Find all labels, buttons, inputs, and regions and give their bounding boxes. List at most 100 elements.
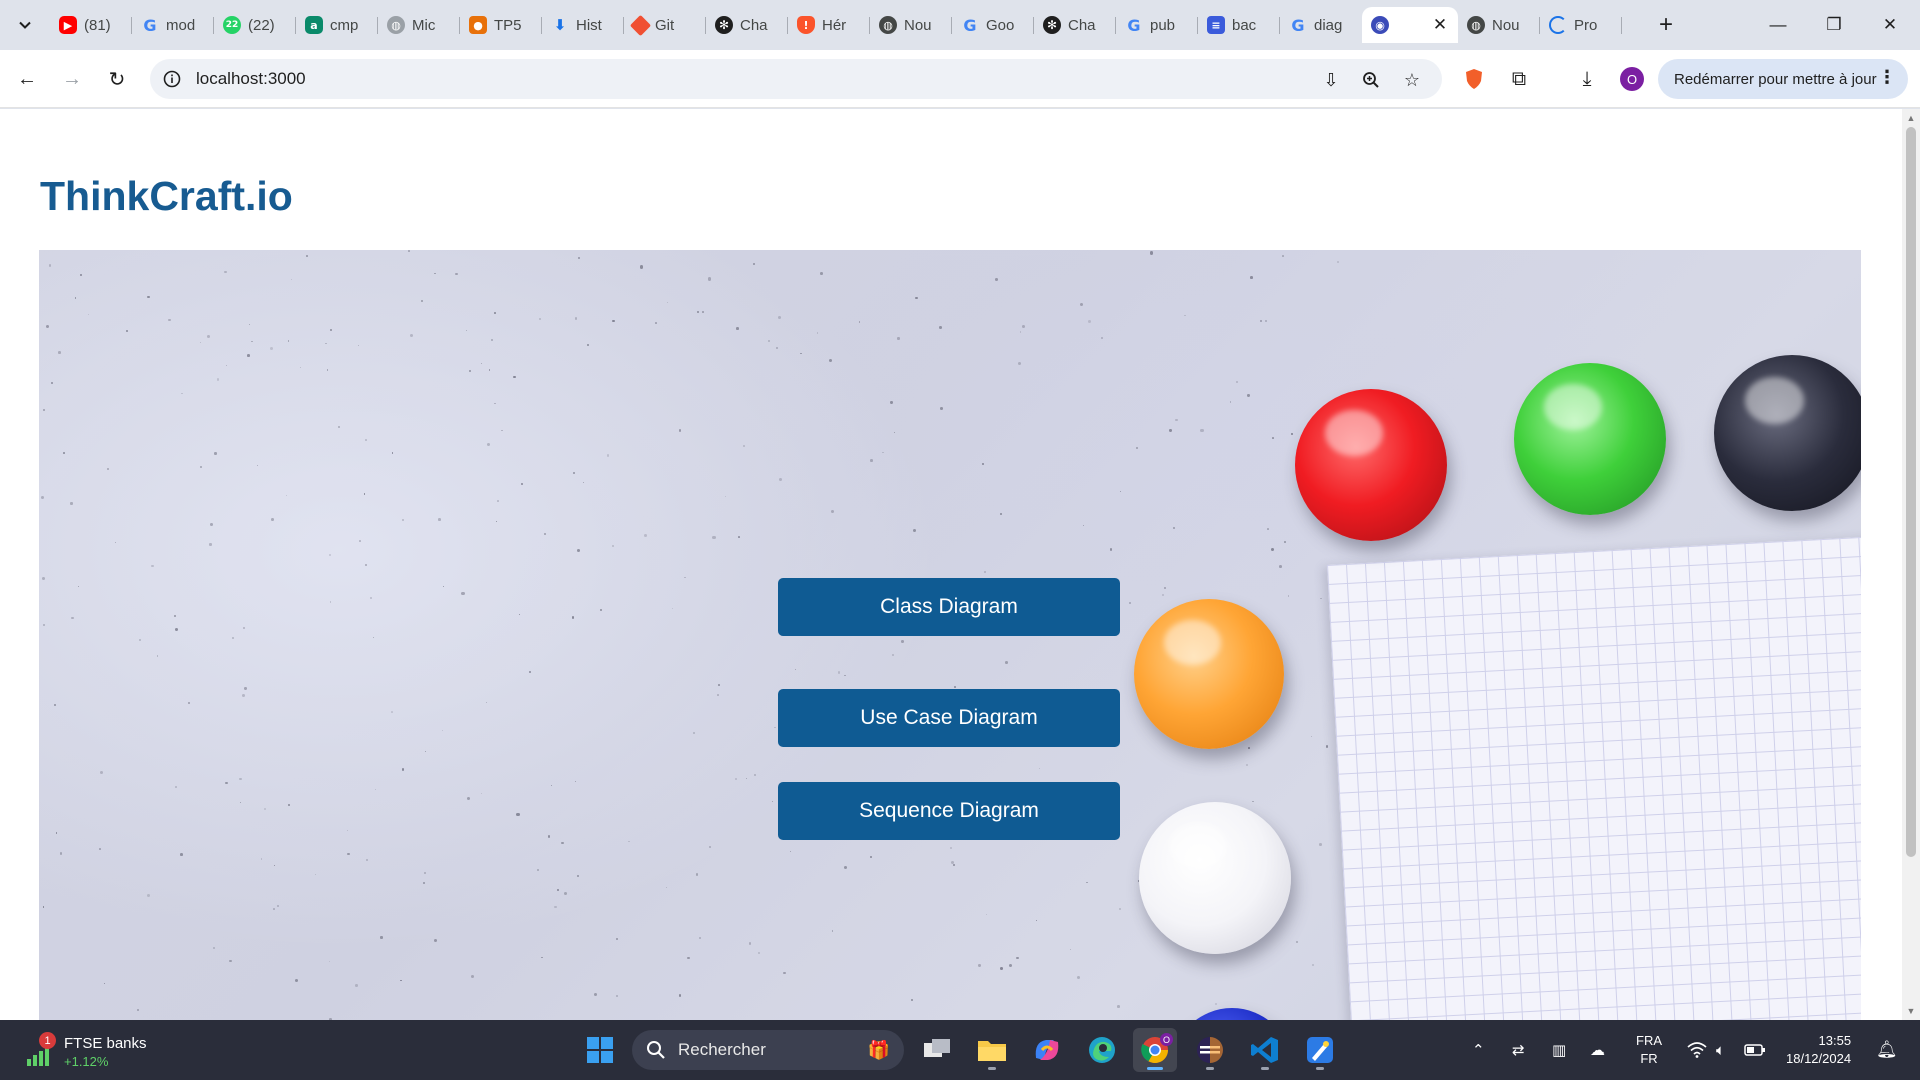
- texture-speck: [1035, 919, 1038, 922]
- texture-speck: [49, 264, 52, 267]
- tab-mic[interactable]: ◍ Mic: [378, 7, 460, 43]
- system-clock[interactable]: 13:55 18/12/2024: [1786, 1032, 1851, 1068]
- language-indicator[interactable]: FRA FR: [1636, 1032, 1662, 1068]
- tab-chatgpt[interactable]: ✻ Cha: [706, 7, 788, 43]
- more-menu-icon[interactable]: ⋮: [1878, 67, 1896, 88]
- texture-speck: [1018, 361, 1022, 365]
- tab-youtube[interactable]: ▶ (81): [50, 7, 132, 43]
- tab-tp5[interactable]: ● TP5: [460, 7, 542, 43]
- texture-speck: [735, 777, 738, 780]
- scroll-thumb[interactable]: [1906, 127, 1916, 857]
- paint-button[interactable]: [1298, 1028, 1342, 1072]
- page-scrollbar[interactable]: ▲ ▼: [1902, 109, 1920, 1020]
- eclipse-button[interactable]: [1188, 1028, 1232, 1072]
- zoom-icon[interactable]: [1358, 67, 1384, 93]
- address-bar[interactable]: localhost:3000 ⇩ ☆: [150, 59, 1442, 99]
- tab-search-button[interactable]: [10, 10, 40, 40]
- tab-new[interactable]: ◍ Nou: [1458, 7, 1540, 43]
- texture-speck: [953, 685, 956, 688]
- texture-speck: [74, 297, 77, 299]
- chrome-button[interactable]: O: [1133, 1028, 1177, 1072]
- minimize-button[interactable]: —: [1750, 0, 1806, 50]
- tab-active-thinkcraft[interactable]: ◉ ✕: [1362, 7, 1458, 43]
- tab-forms[interactable]: ≡ bac: [1198, 7, 1280, 43]
- texture-speck: [147, 295, 150, 299]
- texture-speck: [709, 845, 712, 848]
- update-restart-button[interactable]: Redémarrer pour mettre à jour ⋮: [1658, 59, 1908, 99]
- class-diagram-button[interactable]: Class Diagram: [778, 578, 1120, 636]
- tab-chatgpt[interactable]: ✻ Cha: [1034, 7, 1116, 43]
- wifi-icon[interactable]: [1687, 1038, 1707, 1062]
- texture-speck: [684, 577, 686, 579]
- battery-icon[interactable]: [1744, 1038, 1766, 1062]
- task-view-button[interactable]: [915, 1028, 959, 1072]
- texture-speck: [216, 378, 220, 382]
- tab-loading[interactable]: Pro: [1540, 7, 1622, 43]
- restore-button[interactable]: ❐: [1806, 0, 1862, 50]
- extensions-icon[interactable]: ⧉: [1502, 62, 1536, 96]
- texture-speck: [45, 324, 49, 328]
- back-button[interactable]: ←: [10, 62, 44, 96]
- taskbar-search[interactable]: Rechercher 🎁: [632, 1030, 904, 1070]
- onedrive-icon[interactable]: ☁: [1590, 1038, 1605, 1062]
- tab-google[interactable]: G mod: [132, 7, 214, 43]
- site-info-icon[interactable]: [160, 67, 184, 91]
- tab-google[interactable]: G diag: [1280, 7, 1362, 43]
- texture-speck: [239, 777, 242, 781]
- stocks-widget[interactable]: 1 FTSE banks +1.12%: [22, 1026, 162, 1074]
- download-icon: ⬇: [553, 16, 567, 34]
- scroll-down-icon[interactable]: ▼: [1906, 1006, 1916, 1016]
- tab-cmp[interactable]: a cmp: [296, 7, 378, 43]
- texture-speck: [256, 464, 258, 467]
- show-hidden-icons-button[interactable]: ⌃: [1472, 1038, 1485, 1062]
- brave-shield-icon[interactable]: [1457, 62, 1491, 96]
- texture-speck: [454, 272, 458, 276]
- tab-new[interactable]: ◍ Nou: [870, 7, 952, 43]
- texture-speck: [225, 781, 228, 784]
- texture-speck: [556, 889, 559, 892]
- use-case-diagram-button[interactable]: Use Case Diagram: [778, 689, 1120, 747]
- running-indicator: [1206, 1067, 1214, 1070]
- tab-google[interactable]: G pub: [1116, 7, 1198, 43]
- gpu-icon[interactable]: ▥: [1552, 1038, 1566, 1062]
- arrow-left-icon: ←: [17, 67, 37, 90]
- profile-avatar[interactable]: O: [1620, 67, 1644, 91]
- start-button[interactable]: [578, 1028, 622, 1072]
- close-icon: ✕: [1882, 15, 1898, 34]
- edge-button[interactable]: [1080, 1028, 1124, 1072]
- plus-icon: +: [1658, 11, 1673, 38]
- tab-google[interactable]: G Goo: [952, 7, 1034, 43]
- texture-speck: [62, 452, 65, 454]
- tab-whatsapp[interactable]: 22 (22): [214, 7, 296, 43]
- texture-speck: [461, 591, 465, 595]
- tab-label: Git: [655, 16, 675, 34]
- texture-speck: [912, 528, 916, 532]
- texture-speck: [1077, 975, 1081, 979]
- close-window-button[interactable]: ✕: [1862, 0, 1918, 50]
- clock-date: 18/12/2024: [1786, 1051, 1852, 1066]
- tab-history[interactable]: ⬇ Hist: [542, 7, 624, 43]
- copilot-button[interactable]: [1025, 1028, 1069, 1072]
- texture-speck: [357, 345, 359, 347]
- tab-brave[interactable]: ! Hér: [788, 7, 870, 43]
- texture-speck: [1016, 956, 1019, 960]
- texture-speck: [501, 429, 503, 431]
- forward-button[interactable]: →: [55, 62, 89, 96]
- notifications-icon[interactable]: 🔔︎: [1876, 1038, 1898, 1062]
- volume-icon[interactable]: 🔈︎: [1716, 1038, 1725, 1062]
- install-app-icon[interactable]: ⇩: [1318, 67, 1344, 93]
- bookmark-star-icon[interactable]: ☆: [1399, 67, 1425, 93]
- scroll-up-icon[interactable]: ▲: [1906, 113, 1916, 123]
- texture-speck: [1296, 941, 1299, 944]
- texture-speck: [606, 454, 610, 457]
- sequence-diagram-button[interactable]: Sequence Diagram: [778, 782, 1120, 840]
- vscode-button[interactable]: [1243, 1028, 1287, 1072]
- reload-button[interactable]: ↻: [100, 62, 134, 96]
- close-tab-icon[interactable]: ✕: [1431, 15, 1449, 34]
- new-tab-button[interactable]: +: [1651, 10, 1681, 40]
- file-explorer-button[interactable]: [970, 1028, 1014, 1072]
- texture-speck: [494, 402, 496, 405]
- tab-git[interactable]: Git: [624, 7, 706, 43]
- network-adapter-icon[interactable]: ⇄: [1512, 1038, 1525, 1062]
- downloads-icon[interactable]: ⤓: [1570, 62, 1604, 96]
